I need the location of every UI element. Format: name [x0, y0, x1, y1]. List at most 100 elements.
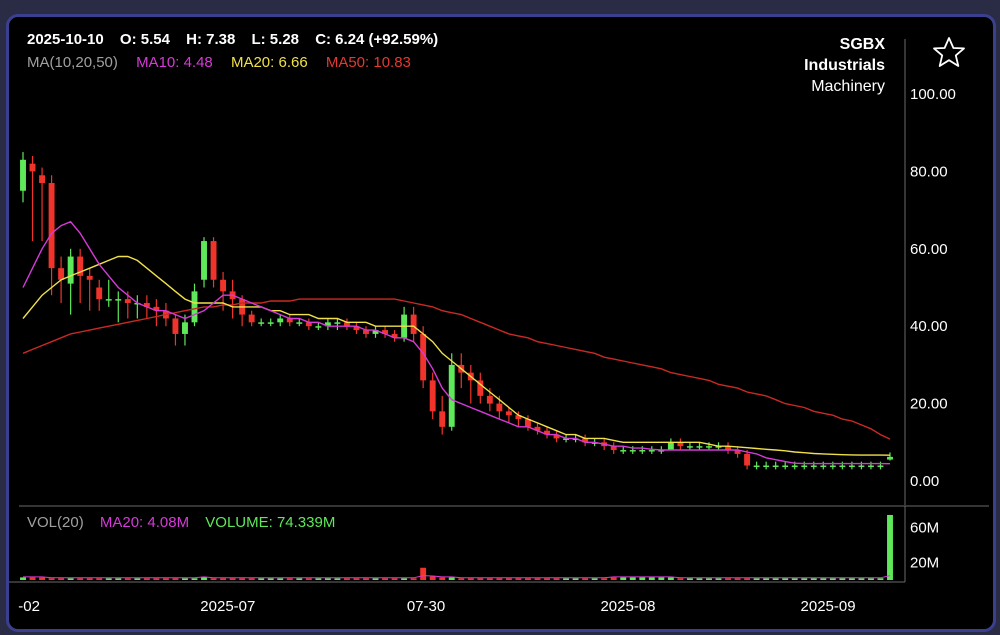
volume-bar [201, 577, 207, 580]
volume-bar [143, 578, 150, 580]
ma50-value: MA50: 10.83 [326, 54, 411, 71]
volume-bar [77, 578, 84, 580]
volume-bar [629, 577, 636, 580]
candle [96, 279, 103, 311]
candle [248, 310, 255, 327]
candle [667, 438, 674, 451]
volume-bar [782, 578, 789, 580]
candle [820, 461, 827, 470]
price-tick: 0.00 [910, 473, 939, 490]
volume-bar [267, 578, 274, 580]
svg-text:MA(10,20,50) MA10: 4.48: MA(10,20,50) MA10: 4.48 MA20: 6.66 MA50:… [27, 54, 411, 71]
volume-bar [286, 578, 293, 580]
candle [763, 461, 770, 470]
volume-bar [258, 578, 265, 580]
time-labels-group: -02 2025-07 07-30 2025-08 2025-09 [18, 598, 855, 615]
volume-bar [677, 578, 684, 580]
time-label: 07-30 [407, 598, 445, 615]
volume-bar [391, 578, 398, 580]
candle [753, 461, 760, 470]
candle [39, 167, 46, 242]
candle [829, 461, 836, 470]
volume-bar [172, 578, 179, 580]
volume-bar [525, 578, 531, 580]
candle [77, 248, 84, 303]
candle [258, 318, 265, 327]
candle [134, 295, 141, 319]
candle [305, 318, 312, 331]
price-tick: 60.00 [910, 241, 948, 258]
volume-bar [134, 578, 141, 580]
volume-bar [572, 578, 579, 580]
candle [858, 461, 865, 470]
volume-bar [458, 578, 465, 580]
volume-bar [715, 578, 722, 580]
price-tick: 100.00 [910, 86, 956, 103]
volume-bar [182, 578, 188, 580]
chart-panel: 100.00 80.00 60.00 40.00 20.00 0.00 60M 20M -0… [6, 14, 996, 632]
volume-bar [372, 578, 379, 580]
time-label: 2025-09 [801, 598, 856, 615]
ticker-industry: Machinery [811, 78, 885, 95]
volume-bar [772, 578, 779, 580]
candle [210, 237, 217, 288]
volume-bar [153, 578, 160, 580]
volume-ticks-group: 60M 20M [910, 520, 939, 572]
volume-bar [829, 578, 836, 580]
candle [639, 446, 646, 454]
header-low: L: 5.28 [251, 31, 299, 48]
vol-label: VOL(20) [27, 514, 84, 531]
volume-bar [420, 567, 427, 580]
candle [391, 330, 398, 342]
time-label: 2025-07 [200, 598, 255, 615]
svg-text:VOL(20) MA20: 4.08M: VOL(20) MA20: 4.08M VOLUME: 74.339M [27, 514, 335, 531]
candle [29, 155, 36, 242]
volume-bar [648, 577, 655, 580]
ticker-symbol: SGBX [840, 36, 886, 53]
volume-bar [477, 578, 484, 580]
volume-bar [439, 577, 446, 580]
volume-bar [820, 578, 827, 580]
volume-bar [29, 577, 36, 580]
volume-bar [229, 578, 236, 580]
candle [677, 438, 684, 451]
volume-bar [191, 578, 198, 580]
volume-bar [210, 578, 217, 580]
candle [439, 395, 446, 435]
candle [201, 237, 207, 288]
volume-bar [382, 578, 388, 580]
volume-bar [39, 577, 46, 580]
star-icon[interactable] [933, 37, 965, 67]
volume-bar [744, 578, 751, 580]
svg-text:2025-10-10 O: 5.54: 2025-10-10 O: 5.54 H: 7.38 L: 5.28 C: 6.… [27, 31, 438, 48]
candle [610, 442, 617, 454]
volume-bar [20, 577, 26, 580]
volume-bar [620, 577, 627, 580]
volume-bar [296, 578, 303, 580]
candle [191, 283, 198, 327]
volume-bar [505, 578, 512, 580]
candle [839, 461, 846, 470]
volume-bar [887, 514, 893, 580]
volume-tick: 60M [910, 520, 939, 537]
volume-bar [124, 578, 131, 580]
candle [772, 461, 779, 470]
candle [48, 175, 55, 296]
candle [448, 353, 455, 431]
candle [867, 461, 874, 470]
candle [172, 314, 179, 346]
volume-bar [429, 576, 436, 580]
volume-bar [105, 578, 112, 580]
volume-bar [591, 578, 598, 580]
candle [553, 430, 560, 443]
candle [801, 461, 808, 470]
candle [782, 461, 789, 470]
volume-bar [115, 578, 122, 580]
volume-bar [544, 578, 550, 580]
volume-bar [315, 578, 322, 580]
candle [810, 461, 817, 470]
volume-bar [696, 578, 703, 580]
volume-ma-line [23, 575, 891, 579]
candle [20, 152, 26, 203]
volume-bar [867, 578, 874, 580]
